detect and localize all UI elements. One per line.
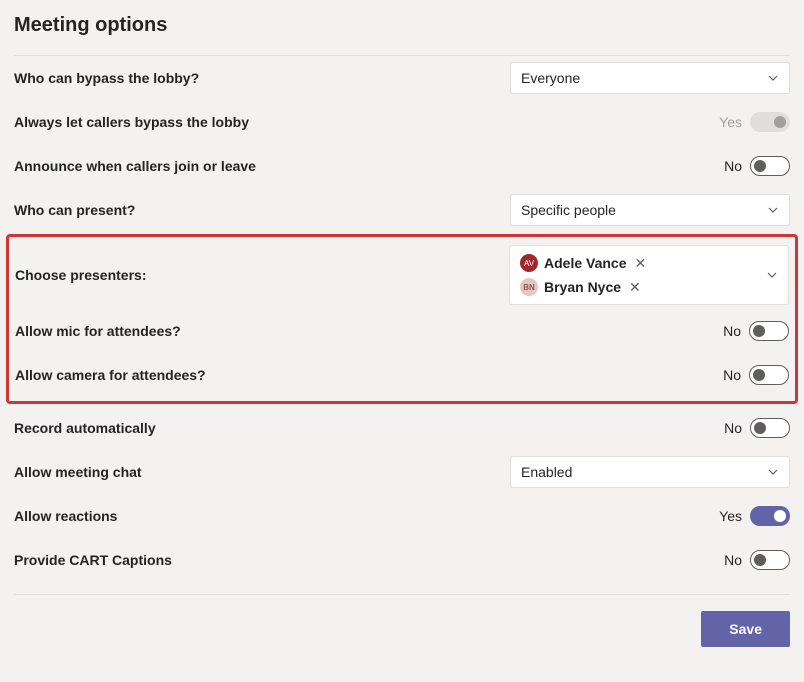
save-button[interactable]: Save bbox=[701, 611, 790, 647]
row-choose-presenters: Choose presenters: AV Adele Vance ✕ BN B… bbox=[15, 241, 789, 309]
label-cart-captions: Provide CART Captions bbox=[14, 552, 172, 568]
toggle-state-label: Yes bbox=[719, 114, 742, 130]
presenters-picker[interactable]: AV Adele Vance ✕ BN Bryan Nyce ✕ bbox=[509, 245, 789, 305]
toggle-state-label: Yes bbox=[719, 508, 742, 524]
row-callers-bypass: Always let callers bypass the lobby Yes bbox=[14, 100, 790, 144]
chip-name: Bryan Nyce bbox=[544, 279, 621, 295]
presenter-chips: AV Adele Vance ✕ BN Bryan Nyce ✕ bbox=[520, 254, 646, 296]
chevron-down-icon bbox=[767, 204, 779, 216]
toggle-callers-bypass bbox=[750, 112, 790, 132]
highlight-box: Choose presenters: AV Adele Vance ✕ BN B… bbox=[6, 234, 798, 404]
toggle-group-announce: No bbox=[724, 156, 790, 176]
toggle-announce-callers[interactable] bbox=[750, 156, 790, 176]
row-allow-mic: Allow mic for attendees? No bbox=[15, 309, 789, 353]
toggle-group-callers-bypass: Yes bbox=[719, 112, 790, 132]
toggle-state-label: No bbox=[724, 158, 742, 174]
row-who-present: Who can present? Specific people bbox=[14, 188, 790, 232]
row-record-auto: Record automatically No bbox=[14, 406, 790, 450]
row-allow-reactions: Allow reactions Yes bbox=[14, 494, 790, 538]
avatar: AV bbox=[520, 254, 538, 272]
label-allow-camera: Allow camera for attendees? bbox=[15, 367, 206, 383]
select-allow-chat[interactable]: Enabled bbox=[510, 456, 790, 488]
toggle-group-mic: No bbox=[723, 321, 789, 341]
label-allow-chat: Allow meeting chat bbox=[14, 464, 142, 480]
chip-name: Adele Vance bbox=[544, 255, 627, 271]
presenter-chip: AV Adele Vance ✕ bbox=[520, 254, 646, 272]
row-allow-chat: Allow meeting chat Enabled bbox=[14, 450, 790, 494]
select-value: Specific people bbox=[521, 202, 616, 218]
select-bypass-lobby[interactable]: Everyone bbox=[510, 62, 790, 94]
label-who-present: Who can present? bbox=[14, 202, 135, 218]
toggle-state-label: No bbox=[723, 323, 741, 339]
label-allow-reactions: Allow reactions bbox=[14, 508, 117, 524]
select-value: Everyone bbox=[521, 70, 580, 86]
toggle-group-camera: No bbox=[723, 365, 789, 385]
row-allow-camera: Allow camera for attendees? No bbox=[15, 353, 789, 397]
label-allow-mic: Allow mic for attendees? bbox=[15, 323, 181, 339]
toggle-group-record: No bbox=[724, 418, 790, 438]
chevron-down-icon bbox=[767, 466, 779, 478]
divider bbox=[14, 594, 790, 595]
label-announce-callers: Announce when callers join or leave bbox=[14, 158, 256, 174]
toggle-record-auto[interactable] bbox=[750, 418, 790, 438]
row-announce-callers: Announce when callers join or leave No bbox=[14, 144, 790, 188]
avatar: BN bbox=[520, 278, 538, 296]
toggle-allow-camera[interactable] bbox=[749, 365, 789, 385]
toggle-cart-captions[interactable] bbox=[750, 550, 790, 570]
remove-chip-icon[interactable]: ✕ bbox=[635, 255, 647, 272]
remove-chip-icon[interactable]: ✕ bbox=[629, 279, 641, 296]
label-record-auto: Record automatically bbox=[14, 420, 156, 436]
row-cart-captions: Provide CART Captions No bbox=[14, 538, 790, 582]
label-choose-presenters: Choose presenters: bbox=[15, 267, 146, 283]
chevron-down-icon bbox=[767, 72, 779, 84]
toggle-state-label: No bbox=[723, 367, 741, 383]
label-callers-bypass: Always let callers bypass the lobby bbox=[14, 114, 249, 130]
select-who-present[interactable]: Specific people bbox=[510, 194, 790, 226]
toggle-state-label: No bbox=[724, 420, 742, 436]
toggle-state-label: No bbox=[724, 552, 742, 568]
toggle-allow-mic[interactable] bbox=[749, 321, 789, 341]
toggle-group-reactions: Yes bbox=[719, 506, 790, 526]
chevron-down-icon bbox=[766, 269, 778, 281]
row-bypass-lobby: Who can bypass the lobby? Everyone bbox=[14, 56, 790, 100]
presenter-chip: BN Bryan Nyce ✕ bbox=[520, 278, 646, 296]
toggle-allow-reactions[interactable] bbox=[750, 506, 790, 526]
label-bypass-lobby: Who can bypass the lobby? bbox=[14, 70, 199, 86]
page-title: Meeting options bbox=[14, 14, 790, 37]
toggle-group-cart: No bbox=[724, 550, 790, 570]
select-value: Enabled bbox=[521, 464, 572, 480]
